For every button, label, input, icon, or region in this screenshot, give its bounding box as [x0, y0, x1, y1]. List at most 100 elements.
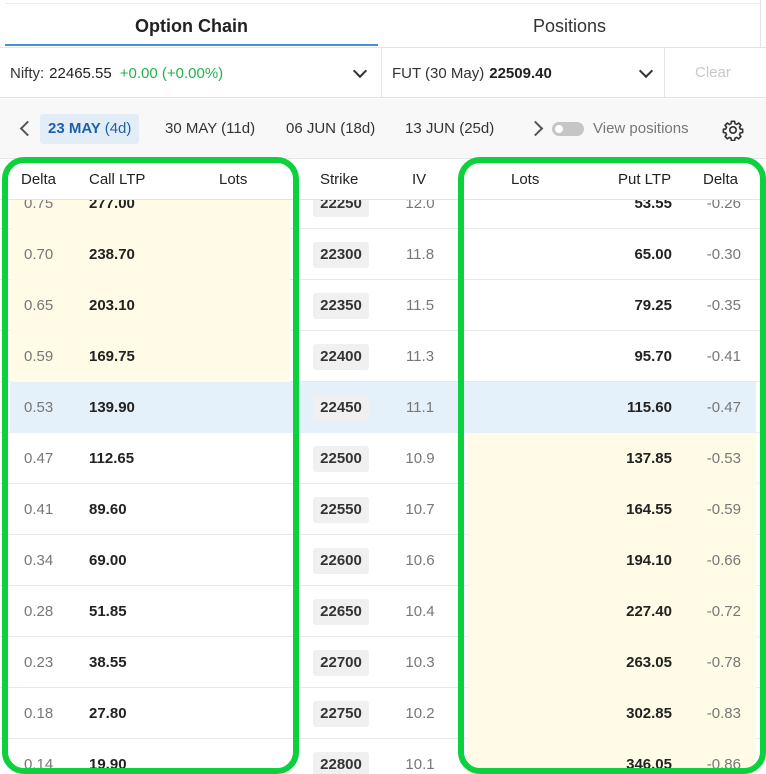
chevron-right-icon[interactable]	[527, 120, 544, 137]
call-ltp-cell[interactable]: 238.70	[89, 229, 135, 280]
put-ltp-cell[interactable]: 302.85	[626, 688, 672, 739]
put-delta-cell: -0.30	[706, 246, 741, 263]
call-delta-cell: 0.23	[24, 654, 54, 671]
option-chain-header: Delta Call LTP Lots Strike IV Lots Put L…	[0, 160, 766, 200]
strike-price-cell: 22750	[313, 701, 369, 727]
put-ltp-cell[interactable]: 346.05	[626, 739, 672, 774]
iv-cell: 11.3	[405, 348, 435, 365]
gear-icon[interactable]	[722, 119, 744, 141]
expiry-tab-13-jun[interactable]: 13 JUN (25d)	[405, 114, 494, 144]
option-chain-row[interactable]: 0.47 112.65 22500 10.9 137.85 -0.53	[0, 433, 766, 484]
put-ltp-cell[interactable]: 79.25	[634, 280, 672, 331]
header-call-ltp: Call LTP	[89, 171, 146, 188]
tab-bar: Option Chain Positions	[0, 0, 766, 48]
option-chain-row[interactable]: 0.41 89.60 22550 10.7 164.55 -0.59	[0, 484, 766, 535]
header-call-lots: Lots	[219, 171, 248, 188]
strike-price-cell: 22700	[313, 650, 369, 676]
option-chain-row[interactable]: 0.23 38.55 22700 10.3 263.05 -0.78	[0, 637, 766, 688]
option-chain-rows: 0.75 277.00 22250 12.0 53.55 -0.26 0.70 238.70 2…	[0, 200, 766, 774]
iv-cell: 12.0	[405, 200, 435, 212]
put-delta-cell: -0.66	[706, 552, 741, 569]
future-name: FUT (30 May)	[392, 64, 485, 82]
strike-price-cell: 22450	[313, 395, 369, 421]
put-delta-cell: -0.41	[706, 348, 741, 365]
call-ltp-cell[interactable]: 51.85	[89, 586, 127, 637]
header-strike: Strike	[320, 171, 359, 188]
put-ltp-cell[interactable]: 65.00	[634, 229, 672, 280]
index-selector[interactable]: Nifty: 22465.55 +0.00 (+0.00%)	[10, 48, 380, 98]
strike-price-cell: 22300	[313, 242, 369, 268]
put-ltp-cell[interactable]: 137.85	[626, 433, 672, 484]
expiry-date: 30 MAY	[165, 120, 217, 137]
chevron-left-icon[interactable]	[19, 120, 36, 137]
strike-price-cell: 22800	[313, 752, 369, 774]
strike-price-cell: 22250	[313, 200, 369, 217]
strike-price-cell: 22500	[313, 446, 369, 472]
call-ltp-cell[interactable]: 139.90	[89, 382, 135, 433]
option-chain-row[interactable]: 0.75 277.00 22250 12.0 53.55 -0.26	[0, 200, 766, 229]
expiry-bar: 23 MAY (4d) 30 MAY (11d) 06 JUN (18d) 13…	[0, 99, 766, 159]
index-price: 22465.55	[49, 64, 112, 82]
future-selector[interactable]: FUT (30 May) 22509.40	[392, 48, 662, 98]
call-ltp-cell[interactable]: 89.60	[89, 484, 127, 535]
put-delta-cell: -0.59	[706, 501, 741, 518]
call-delta-cell: 0.18	[24, 705, 54, 722]
put-ltp-cell[interactable]: 263.05	[626, 637, 672, 688]
view-positions-toggle[interactable]	[552, 122, 584, 136]
put-ltp-cell[interactable]: 95.70	[634, 331, 672, 382]
put-ltp-cell[interactable]: 53.55	[634, 200, 672, 229]
iv-cell: 11.8	[405, 246, 435, 263]
call-delta-cell: 0.53	[24, 399, 54, 416]
option-chain-row[interactable]: 0.14 19.90 22800 10.1 346.05 -0.86	[0, 739, 766, 774]
call-ltp-cell[interactable]: 38.55	[89, 637, 127, 688]
expiry-tab-23-may[interactable]: 23 MAY (4d)	[40, 114, 140, 144]
put-delta-cell: -0.53	[706, 450, 741, 467]
expiry-tab-30-may[interactable]: 30 MAY (11d)	[165, 114, 255, 144]
option-chain-row[interactable]: 0.53 139.90 22450 11.1 115.60 -0.47	[0, 382, 766, 433]
header-put-delta: Delta	[703, 171, 739, 188]
call-delta-cell: 0.47	[24, 450, 54, 467]
strike-price-cell: 22650	[313, 599, 369, 625]
option-chain-row[interactable]: 0.28 51.85 22650 10.4 227.40 -0.72	[0, 586, 766, 637]
call-ltp-cell[interactable]: 112.65	[89, 433, 134, 484]
option-chain-row[interactable]: 0.59 169.75 22400 11.3 95.70 -0.41	[0, 331, 766, 382]
expiry-days: (25d)	[459, 120, 495, 137]
clear-button[interactable]: Clear	[695, 48, 731, 98]
option-chain-row[interactable]: 0.70 238.70 22300 11.8 65.00 -0.30	[0, 229, 766, 280]
put-ltp-cell[interactable]: 164.55	[626, 484, 672, 535]
call-ltp-cell[interactable]: 27.80	[89, 688, 127, 739]
tab-option-chain[interactable]: Option Chain	[5, 0, 378, 48]
header-put-lots: Lots	[511, 171, 540, 188]
call-delta-cell: 0.70	[24, 246, 54, 263]
selector-divider	[381, 48, 382, 98]
header-call-delta: Delta	[21, 171, 57, 188]
put-ltp-cell[interactable]: 227.40	[626, 586, 672, 637]
option-chain-row[interactable]: 0.65 203.10 22350 11.5 79.25 -0.35	[0, 280, 766, 331]
iv-cell: 10.2	[405, 705, 435, 722]
tab-positions[interactable]: Positions	[378, 0, 761, 48]
call-ltp-cell[interactable]: 69.00	[89, 535, 127, 586]
call-ltp-cell[interactable]: 203.10	[89, 280, 135, 331]
put-delta-cell: -0.86	[706, 756, 741, 773]
call-ltp-cell[interactable]: 169.75	[89, 331, 135, 382]
put-ltp-cell[interactable]: 115.60	[627, 382, 672, 433]
option-chain-row[interactable]: 0.18 27.80 22750 10.2 302.85 -0.83	[0, 688, 766, 739]
expiry-days: (18d)	[340, 120, 376, 137]
expiry-date: 06 JUN	[286, 120, 337, 137]
call-ltp-cell[interactable]: 277.00	[89, 200, 135, 229]
option-chain-row[interactable]: 0.34 69.00 22600 10.6 194.10 -0.66	[0, 535, 766, 586]
expiry-days: (4d)	[104, 120, 132, 137]
iv-cell: 11.1	[405, 399, 435, 416]
call-ltp-cell[interactable]: 19.90	[89, 739, 127, 774]
put-ltp-cell[interactable]: 194.10	[626, 535, 672, 586]
put-delta-cell: -0.78	[706, 654, 741, 671]
option-chain-body[interactable]: 0.75 277.00 22250 12.0 53.55 -0.26 0.70 238.70 2…	[0, 200, 766, 774]
view-positions-label[interactable]: View positions	[593, 114, 689, 144]
expiry-tab-06-jun[interactable]: 06 JUN (18d)	[286, 114, 375, 144]
expiry-date: 13 JUN	[405, 120, 456, 137]
iv-cell: 10.7	[405, 501, 435, 518]
put-delta-cell: -0.26	[706, 200, 741, 212]
put-delta-cell: -0.83	[706, 705, 741, 722]
header-iv: IV	[412, 171, 427, 188]
call-delta-cell: 0.41	[24, 501, 54, 518]
